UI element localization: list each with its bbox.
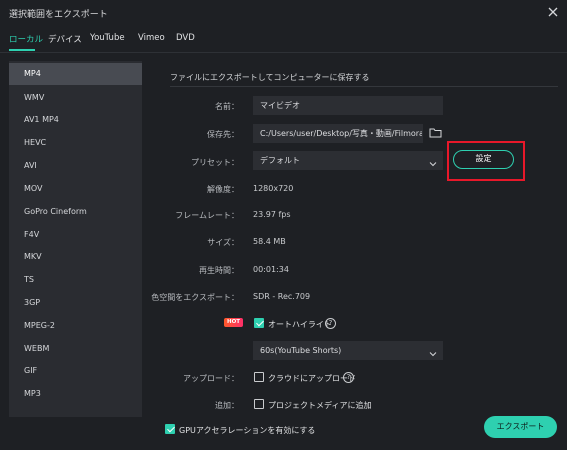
auto-highlight-label: オートハイライト	[268, 320, 332, 329]
format-list: MP4 WMV AV1 MP4 HEVC AVI MOV GoPro Cinef…	[9, 61, 142, 417]
name-label: 名前：	[215, 102, 239, 111]
preset-select[interactable]: デフォルト	[253, 151, 443, 170]
window-title: 選択範囲をエクスポート	[9, 10, 108, 20]
format-item-gopro[interactable]: GoPro Cineform	[9, 201, 142, 223]
highlight-duration-value: 60s(YouTube Shorts)	[260, 346, 342, 355]
close-icon[interactable]	[545, 4, 561, 20]
gpu-label: GPUアクセラレーションを有効にする	[179, 426, 316, 435]
highlight-duration-select[interactable]: 60s(YouTube Shorts)	[253, 341, 443, 360]
gpu-checkbox[interactable]	[165, 424, 175, 434]
resolution-value: 1280x720	[253, 184, 294, 193]
preset-value: デフォルト	[260, 156, 300, 165]
framerate-label: フレームレート：	[175, 211, 239, 220]
tab-vimeo[interactable]: Vimeo	[138, 33, 165, 43]
add-to-media-label: プロジェクトメディアに追加	[268, 401, 372, 410]
section-title: ファイルにエクスポートしてコンピューターに保存する	[170, 73, 370, 82]
help-icon[interactable]: ?	[325, 318, 336, 329]
save-location-label: 保存先：	[207, 130, 239, 139]
save-location-input[interactable]: C:/Users/user/Desktop/写真・動画/Filmora/	[253, 124, 423, 143]
format-item-3gp[interactable]: 3GP	[9, 292, 142, 314]
tab-local[interactable]: ローカル	[9, 33, 43, 45]
export-button[interactable]: エクスポート	[484, 416, 557, 438]
name-input[interactable]: マイビデオ	[253, 96, 443, 115]
format-item-f4v[interactable]: F4V	[9, 224, 142, 246]
settings-button[interactable]: 設定	[453, 150, 514, 169]
format-item-gif[interactable]: GIF	[9, 360, 142, 382]
size-label: サイズ：	[207, 238, 239, 247]
add-to-media-checkbox[interactable]	[254, 399, 264, 409]
framerate-value: 23.97 fps	[253, 210, 291, 219]
format-item-mov[interactable]: MOV	[9, 178, 142, 200]
tab-dvd[interactable]: DVD	[176, 33, 195, 43]
active-tab-indicator	[9, 49, 35, 51]
help-icon[interactable]: ?	[343, 372, 354, 383]
size-value: 58.4 MB	[253, 237, 286, 246]
format-item-ts[interactable]: TS	[9, 269, 142, 291]
tab-device[interactable]: デバイス	[48, 33, 82, 45]
preset-label: プリセット：	[191, 158, 239, 167]
format-item-mp4[interactable]: MP4	[9, 63, 142, 85]
divider	[0, 52, 567, 53]
resolution-label: 解像度：	[207, 185, 239, 194]
tab-youtube[interactable]: YouTube	[90, 33, 125, 43]
duration-label: 再生時間：	[199, 266, 239, 275]
title-bar: 選択範囲をエクスポート	[0, 0, 567, 26]
colorspace-label: 色空間をエクスポート：	[151, 293, 239, 302]
duration-value: 00:01:34	[253, 265, 289, 274]
format-item-webm[interactable]: WEBM	[9, 338, 142, 360]
colorspace-value: SDR - Rec.709	[253, 292, 311, 301]
auto-highlight-checkbox[interactable]	[254, 318, 264, 328]
add-label: 追加：	[215, 401, 239, 410]
format-item-hevc[interactable]: HEVC	[9, 132, 142, 154]
cloud-upload-checkbox[interactable]	[254, 372, 264, 382]
upload-label: アップロード：	[183, 374, 239, 383]
format-item-av1mp4[interactable]: AV1 MP4	[9, 109, 142, 131]
export-tabs: ローカル デバイス YouTube Vimeo DVD	[0, 30, 567, 52]
format-item-wmv[interactable]: WMV	[9, 87, 142, 109]
folder-icon[interactable]	[429, 127, 442, 138]
format-item-mpeg2[interactable]: MPEG-2	[9, 315, 142, 337]
hot-badge: HOT	[224, 318, 243, 327]
section-divider	[170, 86, 558, 87]
format-item-mp3[interactable]: MP3	[9, 383, 142, 405]
format-item-mkv[interactable]: MKV	[9, 246, 142, 268]
format-item-avi[interactable]: AVI	[9, 155, 142, 177]
chevron-down-icon	[429, 347, 437, 357]
chevron-down-icon	[429, 157, 437, 167]
